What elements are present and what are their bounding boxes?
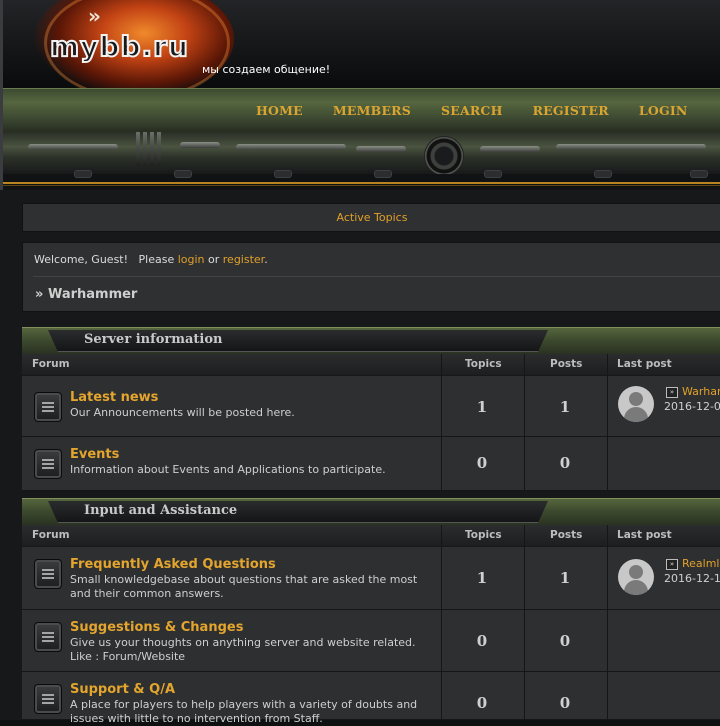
avatar	[618, 559, 654, 595]
category-header: Server information	[22, 327, 720, 354]
forum-link[interactable]: Events	[70, 447, 119, 462]
column-separator	[441, 525, 442, 720]
divider	[33, 276, 720, 277]
forum-description: Information about Events and Application…	[70, 463, 386, 476]
column-header-row: Forum Topics Posts Last post	[22, 354, 720, 375]
vent-grille	[136, 132, 164, 166]
breadcrumb-separator: »	[35, 287, 48, 302]
last-post-link[interactable]: Warhammer	[682, 385, 720, 398]
forum-description: Our Announcements will be posted here.	[70, 406, 295, 419]
last-post-date: 2016-12-1	[664, 572, 720, 585]
header-divider	[0, 182, 720, 184]
last-post-icon[interactable]: »	[666, 559, 678, 570]
welcome-or: or	[204, 253, 223, 266]
last-post-link[interactable]: Realml	[682, 557, 720, 570]
login-link[interactable]: login	[178, 253, 205, 266]
col-forum: Forum	[32, 529, 70, 541]
main-nav: HOME MEMBERS SEARCH REGISTER LOGIN	[256, 103, 718, 118]
breadcrumb-home[interactable]: Warhammer	[48, 287, 137, 302]
welcome-suffix: .	[264, 253, 268, 266]
column-separator	[607, 525, 608, 720]
topic-count: 0	[476, 632, 488, 650]
header-foot	[484, 170, 502, 178]
category-title: Server information	[84, 332, 223, 347]
mechanical-band	[0, 132, 720, 174]
forum-description: A place for players to help players with…	[70, 698, 418, 725]
post-count: 0	[559, 454, 571, 472]
breadcrumb: » Warhammer	[35, 287, 137, 302]
col-topics: Topics	[465, 529, 502, 541]
header-foot	[690, 170, 708, 178]
welcome-prefix: Welcome, Guest! Please	[34, 253, 178, 266]
col-posts: Posts	[550, 358, 583, 370]
site-tagline: мы создаем общение!	[202, 63, 331, 76]
topic-count: 0	[476, 454, 488, 472]
col-topics: Topics	[465, 358, 502, 370]
nav-home[interactable]: HOME	[256, 103, 303, 118]
forum-row: Suggestions & Changes Give us your thoug…	[22, 610, 720, 672]
logo-chevron-icon: »	[88, 4, 101, 28]
post-count: 1	[559, 398, 571, 416]
last-post-icon[interactable]: »	[666, 387, 678, 398]
col-last-post: Last post	[617, 529, 672, 541]
column-separator	[524, 354, 525, 491]
site-header: » mybb.ru мы создаем общение!	[0, 0, 720, 190]
column-header-row: Forum Topics Posts Last post	[22, 525, 720, 546]
nav-login[interactable]: LOGIN	[639, 103, 688, 118]
col-posts: Posts	[550, 529, 583, 541]
forum-link[interactable]: Frequently Asked Questions	[70, 557, 276, 572]
forum-icon	[34, 559, 62, 589]
forum-link[interactable]: Latest news	[70, 390, 158, 405]
forum-row: Events Information about Events and Appl…	[22, 437, 720, 491]
topic-count: 0	[476, 694, 488, 712]
forum-link[interactable]: Suggestions & Changes	[70, 620, 243, 635]
register-link[interactable]: register	[223, 253, 264, 266]
post-count: 0	[559, 694, 571, 712]
post-count: 0	[559, 632, 571, 650]
nav-search[interactable]: SEARCH	[441, 103, 503, 118]
active-topics-link[interactable]: Active Topics	[337, 211, 408, 224]
forum-icon	[34, 622, 62, 652]
header-foot	[594, 170, 612, 178]
forum-icon	[34, 684, 62, 714]
header-foot	[274, 170, 292, 178]
col-last-post: Last post	[617, 358, 672, 370]
category-header: Input and Assistance	[22, 498, 720, 525]
category-title: Input and Assistance	[84, 503, 238, 518]
nav-members[interactable]: MEMBERS	[333, 103, 411, 118]
header-foot	[174, 170, 192, 178]
forum-description: Give us your thoughts on anything server…	[70, 636, 416, 663]
welcome-box: Welcome, Guest! Please login or register…	[22, 242, 720, 312]
forum-link[interactable]: Support & Q/A	[70, 682, 175, 697]
site-logo[interactable]: mybb.ru	[49, 29, 189, 64]
topic-count: 1	[476, 569, 488, 587]
col-forum: Forum	[32, 358, 70, 370]
forum-description: Small knowledgebase about questions that…	[70, 573, 418, 600]
forum-row: Latest news Our Announcements will be po…	[22, 376, 720, 437]
forum-row: Frequently Asked Questions Small knowled…	[22, 547, 720, 610]
gear-hub-icon	[424, 136, 464, 176]
header-foot	[74, 170, 92, 178]
column-separator	[607, 354, 608, 491]
nav-register[interactable]: REGISTER	[533, 103, 609, 118]
welcome-text: Welcome, Guest! Please login or register…	[34, 253, 268, 266]
header-left-edge	[0, 0, 3, 190]
last-post-date: 2016-12-0	[664, 400, 720, 413]
header-divider	[0, 185, 720, 186]
active-topics-bar: Active Topics	[22, 203, 720, 232]
forum-row: Support & Q/A A place for players to hel…	[22, 672, 720, 725]
column-separator	[524, 525, 525, 720]
topic-count: 1	[476, 398, 488, 416]
forum-icon	[34, 449, 62, 479]
forum-icon	[34, 392, 62, 422]
avatar	[618, 386, 654, 422]
header-foot	[374, 170, 392, 178]
post-count: 1	[559, 569, 571, 587]
column-separator	[441, 354, 442, 491]
